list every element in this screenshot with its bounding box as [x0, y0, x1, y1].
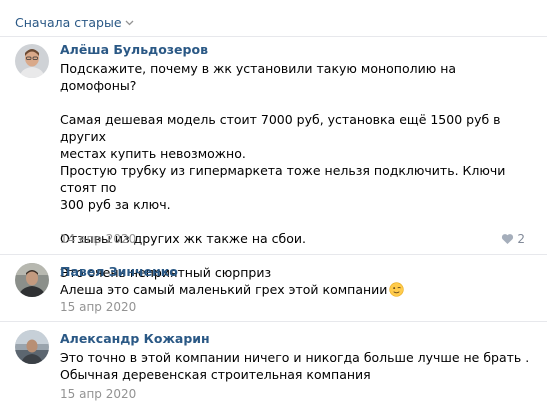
comment-text: Алеша это самый маленький грех этой комп… [60, 281, 530, 298]
comment-body: Алеша это самый маленький грех этой комп… [60, 282, 388, 297]
comment-text: Это точно в этой компании ничего и никог… [60, 349, 530, 383]
sort-order-dropdown[interactable]: Сначала старые [15, 14, 134, 30]
avatar[interactable] [15, 44, 49, 78]
comment-author[interactable]: Александр Кожарин [60, 331, 210, 346]
comment-date[interactable]: 15 апр 2020 [60, 300, 136, 314]
comments-page: Сначала старые Алёша Бульдозеров Подскаж… [0, 0, 547, 407]
comment-date[interactable]: 15 апр 2020 [60, 387, 136, 401]
like-count: 2 [517, 232, 525, 246]
divider [0, 254, 547, 255]
heart-icon [502, 234, 514, 244]
comment-body: Это точно в этой компании ничего и никог… [60, 350, 530, 382]
avatar[interactable] [15, 330, 49, 364]
comment-author[interactable]: Павел Зинченко [60, 264, 178, 279]
winking-face-icon [389, 282, 405, 297]
comment-text: Подскажите, почему в жк установили такую… [60, 60, 530, 281]
divider [0, 36, 547, 37]
sort-order-label: Сначала старые [15, 15, 122, 30]
like-button[interactable]: 2 [501, 232, 525, 246]
divider [0, 321, 547, 322]
comment-paragraph: Самая дешевая модель стоит 7000 руб, уст… [60, 112, 506, 212]
comment-author[interactable]: Алёша Бульдозеров [60, 42, 208, 57]
comment-date[interactable]: 14 апр 2020 [60, 232, 136, 246]
comment-paragraph: Подскажите, почему в жк установили такую… [60, 61, 457, 93]
chevron-down-icon [125, 14, 134, 29]
avatar[interactable] [15, 263, 49, 297]
